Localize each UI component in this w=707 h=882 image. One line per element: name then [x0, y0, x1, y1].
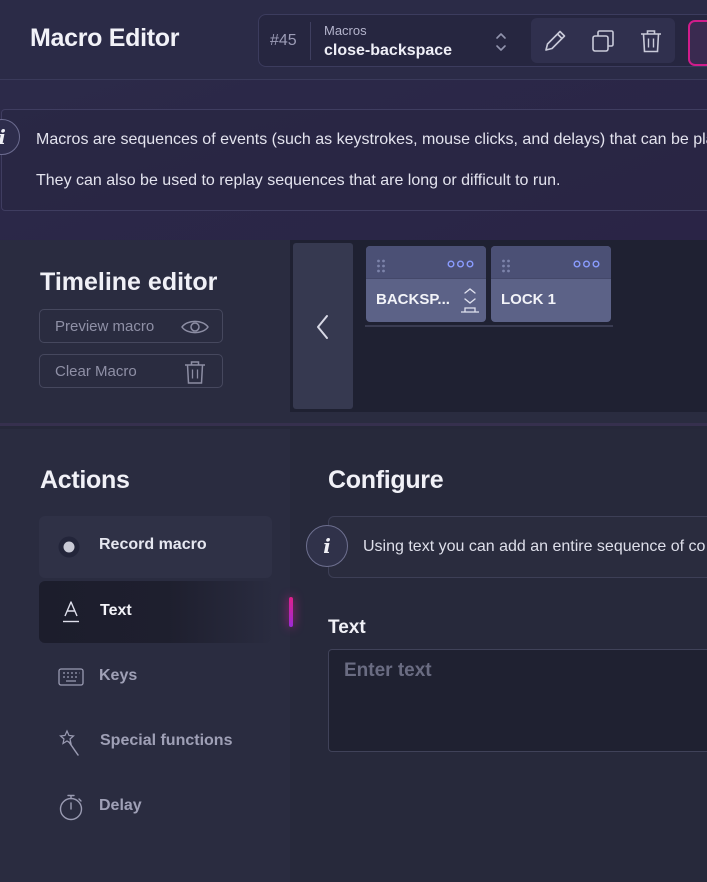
configure-info-text: Using text you can add an entire sequenc…	[363, 538, 706, 555]
timeline-step-card[interactable]: LOCK 1	[491, 246, 611, 322]
edit-button[interactable]	[541, 27, 569, 55]
header-bar: Macro Editor #45 Macros close-backspace	[0, 0, 707, 80]
step-card-header	[491, 246, 611, 279]
actions-title: Actions	[40, 466, 130, 494]
chevron-left-icon	[317, 315, 328, 339]
macro-action-group	[531, 18, 675, 63]
eye-icon	[181, 320, 209, 334]
timeline-title: Timeline editor	[40, 268, 218, 296]
action-record-macro[interactable]: Record macro	[39, 516, 272, 578]
timeline-step-card[interactable]: BACKSP...	[366, 246, 486, 322]
stopwatch-icon	[59, 794, 83, 821]
macro-selector-bar: #45 Macros close-backspace	[258, 14, 707, 67]
drag-handle-icon[interactable]	[376, 259, 386, 273]
more-options-icon[interactable]	[573, 260, 600, 268]
text-a-icon	[63, 601, 79, 623]
step-label: LOCK 1	[501, 291, 557, 308]
trash-icon	[641, 30, 661, 53]
preview-macro-label: Preview macro	[55, 318, 155, 335]
macro-number: #45	[270, 32, 297, 49]
preview-macro-button[interactable]: Preview macro	[39, 309, 223, 343]
keyboard-icon	[58, 668, 84, 686]
clear-macro-button[interactable]: Clear Macro	[39, 354, 223, 388]
record-dot-icon	[58, 536, 80, 558]
action-label: Special functions	[100, 732, 233, 749]
action-text[interactable]: Text	[39, 581, 272, 643]
action-label: Text	[100, 602, 132, 619]
configure-title: Configure	[328, 466, 444, 494]
step-card-header	[366, 246, 486, 279]
action-label: Record macro	[99, 536, 207, 553]
action-label: Delay	[99, 797, 142, 814]
record-button[interactable]	[688, 20, 707, 66]
trash-icon	[185, 361, 205, 384]
info-text-line-1: Macros are sequences of events (such as …	[36, 131, 707, 148]
more-options-icon[interactable]	[447, 260, 474, 268]
action-special-functions[interactable]: Special functions	[39, 711, 272, 773]
divider	[310, 22, 311, 60]
text-field-label: Text	[328, 617, 366, 638]
magic-wand-icon	[59, 729, 79, 756]
pencil-icon	[545, 30, 566, 51]
info-icon: i	[306, 525, 348, 567]
action-label: Keys	[99, 667, 138, 684]
timeline-underline	[365, 325, 613, 327]
macro-select[interactable]: close-backspace	[324, 42, 452, 60]
page-title: Macro Editor	[30, 24, 180, 52]
info-text-line-2: They can also be used to replay sequence…	[36, 172, 561, 189]
step-label: BACKSP...	[376, 291, 450, 308]
key-press-release-icon	[461, 288, 479, 313]
action-delay[interactable]: Delay	[39, 776, 272, 838]
duplicate-button[interactable]	[589, 27, 617, 55]
chevron-up-down-icon[interactable]	[494, 29, 508, 55]
delete-button[interactable]	[637, 27, 665, 55]
info-box	[1, 109, 707, 211]
action-keys[interactable]: Keys	[39, 646, 272, 708]
copy-icon	[592, 30, 614, 52]
timeline-prev-button[interactable]	[293, 243, 353, 409]
text-input[interactable]	[328, 649, 707, 752]
active-indicator	[289, 597, 293, 627]
macro-select-label: Macros	[324, 23, 367, 38]
clear-macro-label: Clear Macro	[55, 363, 137, 380]
drag-handle-icon[interactable]	[501, 259, 511, 273]
